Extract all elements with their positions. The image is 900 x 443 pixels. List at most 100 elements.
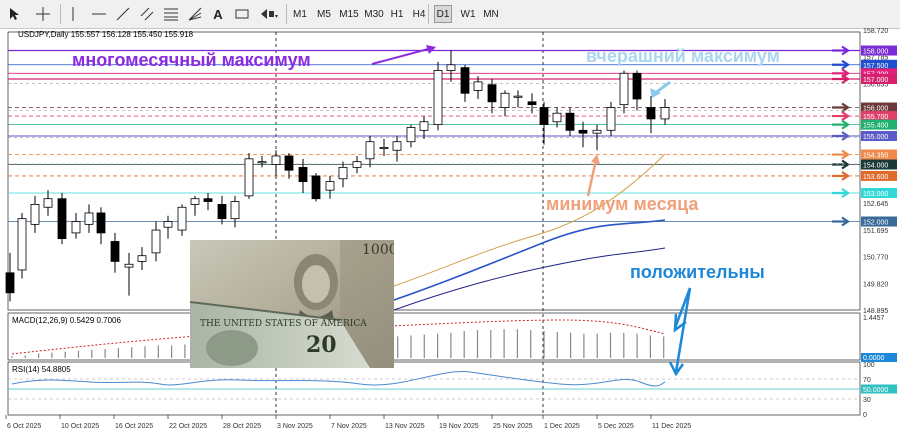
text-icon[interactable]: A	[208, 4, 228, 24]
vertical-line-icon[interactable]	[64, 4, 82, 24]
candle-body	[619, 72, 629, 106]
candle-body	[632, 72, 642, 100]
candle-body	[325, 181, 335, 191]
svg-text:20: 20	[306, 332, 337, 358]
month-low-arrow-icon	[586, 159, 598, 197]
chart-canvas[interactable]: 158.720157.785156.835155.900154.950154.0…	[0, 28, 900, 438]
date-tick-label: 25 Nov 2025	[493, 423, 533, 430]
level-label-155.400: 155.400	[863, 123, 888, 130]
candle-body	[527, 101, 537, 106]
level-arrow-icon	[832, 45, 850, 56]
month-low-arrow-head-icon	[591, 154, 600, 164]
arrows-icon[interactable]	[256, 4, 282, 24]
channel-icon[interactable]	[136, 4, 158, 24]
candle-body	[57, 198, 67, 240]
macd-pane-border	[7, 312, 861, 361]
timeframe-mn[interactable]: MN	[482, 5, 500, 23]
candle-body	[203, 198, 213, 202]
candle-body	[578, 129, 588, 134]
candle-body	[365, 141, 375, 160]
price-tick-label: 150.770	[863, 255, 888, 262]
fibonacci-fan-icon[interactable]	[184, 4, 206, 24]
positive-annotation: положительны	[630, 262, 765, 282]
price-tick-label: 151.695	[863, 228, 888, 235]
candle-body	[230, 201, 240, 220]
candle-body	[406, 127, 416, 143]
candle-body	[500, 92, 510, 108]
date-tick-label: 6 Oct 2025	[7, 423, 41, 430]
price-tick-label: 149.820	[863, 282, 888, 289]
level-label-153.600: 153.600	[863, 174, 888, 181]
cursor-icon[interactable]	[6, 4, 24, 24]
level-arrow-icon	[832, 159, 850, 170]
date-tick-label: 7 Nov 2025	[331, 423, 367, 430]
candle-body	[271, 155, 281, 165]
timeframe-h1[interactable]: H1	[388, 5, 406, 23]
level-arrow-icon	[832, 111, 850, 121]
label-icon[interactable]	[232, 4, 252, 24]
rsi-level-value: 50.0000	[863, 387, 888, 394]
candle-body	[151, 229, 161, 254]
crosshair-icon[interactable]	[32, 4, 54, 24]
yesterday-high-annotation: вчерашний максимум	[586, 46, 780, 66]
level-label-158.000: 158.000	[863, 49, 888, 56]
level-label-155.000: 155.000	[863, 134, 888, 141]
date-tick-label: 28 Oct 2025	[223, 423, 261, 430]
horizontal-line-icon[interactable]	[88, 4, 110, 24]
candle-body	[513, 95, 523, 98]
price-tick-label: 152.645	[863, 201, 888, 208]
candle-body	[190, 198, 200, 205]
level-arrow-icon	[832, 216, 850, 227]
candle-body	[137, 255, 147, 262]
fibonacci-icon[interactable]	[160, 4, 182, 24]
price-tick-label: 158.720	[863, 28, 888, 35]
rsi-tick-label: 0	[863, 412, 867, 419]
timeframe-m1[interactable]: M1	[290, 5, 310, 23]
date-tick-label: 19 Nov 2025	[439, 423, 479, 430]
timeframe-d1[interactable]: D1	[434, 5, 452, 23]
candle-body	[473, 81, 483, 91]
banknote-image: 1000 THE UNITED STATES OF AMERICA 20	[190, 240, 394, 368]
candle-body	[606, 107, 616, 131]
ma-mid-line	[393, 219, 666, 301]
date-tick-label: 5 Dec 2025	[598, 423, 634, 430]
timeframe-m15[interactable]: M15	[338, 5, 360, 23]
candle-body	[660, 107, 670, 120]
candle-body	[392, 141, 402, 151]
candle-body	[71, 221, 81, 234]
candle-body	[30, 204, 40, 225]
price-tick-label: 148.895	[863, 308, 888, 315]
timeframe-w1[interactable]: W1	[458, 5, 478, 23]
candle-body	[284, 155, 294, 171]
level-label-154.350: 154.350	[863, 153, 888, 160]
candle-body	[84, 212, 94, 225]
candle-body	[352, 161, 362, 168]
timeframe-m5[interactable]: M5	[314, 5, 334, 23]
timeframe-m30[interactable]: M30	[362, 5, 386, 23]
candle-body	[552, 112, 562, 123]
candle-body	[5, 272, 15, 294]
date-tick-label: 1 Dec 2025	[544, 423, 580, 430]
chart-window[interactable]: 158.720157.785156.835155.900154.950154.0…	[0, 28, 900, 438]
toolbar-separator	[286, 4, 287, 24]
high-pointer-head-icon	[426, 45, 436, 54]
timeframe-h4[interactable]: H4	[410, 5, 428, 23]
candle-body	[244, 158, 254, 197]
candle-body	[257, 161, 267, 164]
level-label-153.000: 153.000	[863, 191, 888, 198]
candle-body	[338, 166, 348, 180]
macd-header: MACD(12,26,9) 0.5429 0.7006	[12, 316, 121, 325]
candle-body	[460, 67, 470, 94]
candle-body	[298, 166, 308, 183]
rsi-pointer-arrow-icon	[668, 287, 692, 377]
level-arrow-icon	[832, 188, 850, 198]
candle-body	[217, 204, 227, 220]
level-arrow-icon	[832, 74, 850, 84]
candle-body	[446, 64, 456, 71]
svg-text:1000: 1000	[362, 242, 394, 258]
macd-zero-value: 0.0000	[863, 355, 885, 362]
trend-line-icon[interactable]	[112, 4, 134, 24]
candle-body	[124, 263, 134, 268]
candle-body	[433, 70, 443, 126]
level-label-154.000: 154.000	[863, 163, 888, 170]
